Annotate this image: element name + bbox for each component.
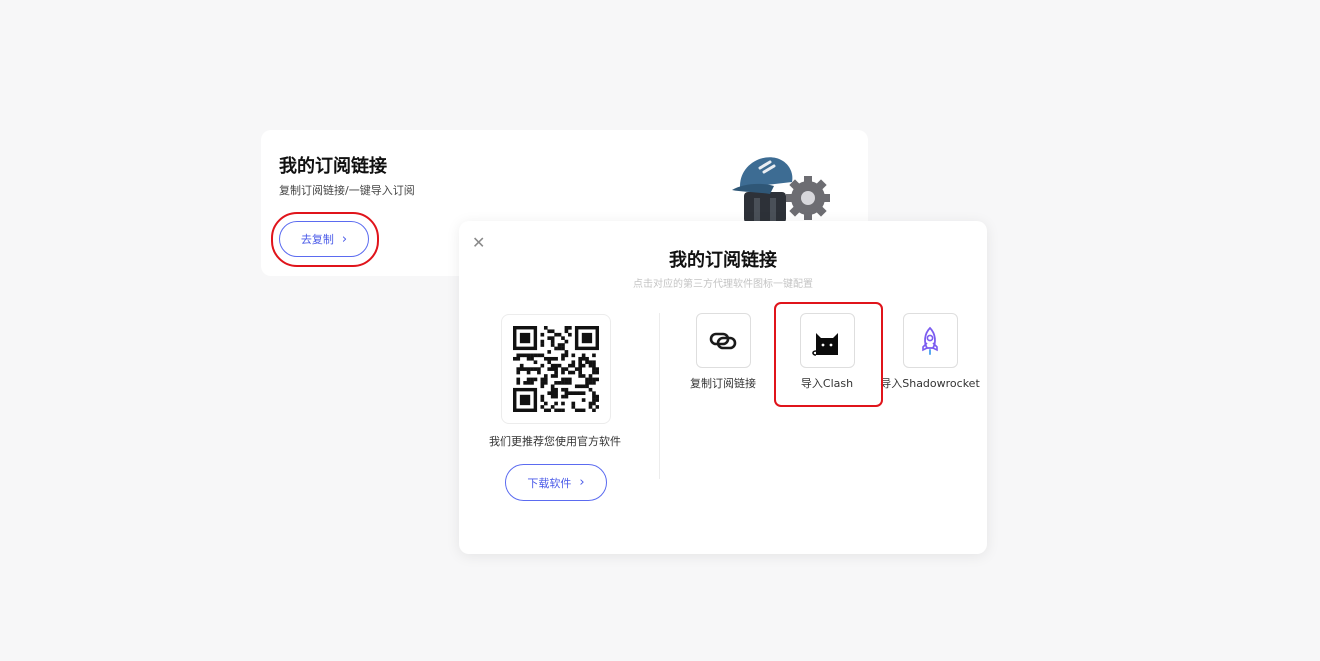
copy-link-label: 复制订阅链接: [690, 377, 756, 390]
gear-icon: [786, 176, 830, 220]
subscription-modal: ✕ 我的订阅链接 点击对应的第三方代理软件图标一键配置 我们更推荐您使用官方软件…: [459, 221, 987, 554]
copy-link-app[interactable]: 复制订阅链接: [673, 313, 773, 391]
import-shadowrocket-label: 导入Shadowrocket: [880, 377, 980, 390]
card-title: 我的订阅链接: [279, 156, 387, 177]
chevron-right-icon: ›: [579, 475, 585, 490]
copy-button-highlight: [271, 212, 379, 267]
link-icon-box: [695, 313, 751, 368]
rocket-icon-box: [902, 313, 958, 368]
download-software-button[interactable]: 下载软件 ›: [505, 464, 607, 501]
modal-title: 我的订阅链接: [669, 250, 777, 271]
import-shadowrocket-app[interactable]: 导入Shadowrocket: [880, 313, 980, 391]
link-icon: [709, 332, 737, 349]
qr-code-image: [513, 326, 599, 412]
modal-subtitle: 点击对应的第三方代理软件图标一键配置: [633, 279, 813, 290]
download-button-label: 下载软件: [527, 476, 572, 490]
qr-code: [501, 314, 611, 424]
card-subtitle: 复制订阅链接/一键导入订阅: [279, 184, 415, 197]
qr-caption: 我们更推荐您使用官方软件: [489, 435, 621, 448]
rocket-icon: [922, 326, 938, 355]
divider: [659, 313, 660, 479]
mascot-illustration: [732, 157, 830, 223]
clash-highlight: [774, 302, 883, 407]
